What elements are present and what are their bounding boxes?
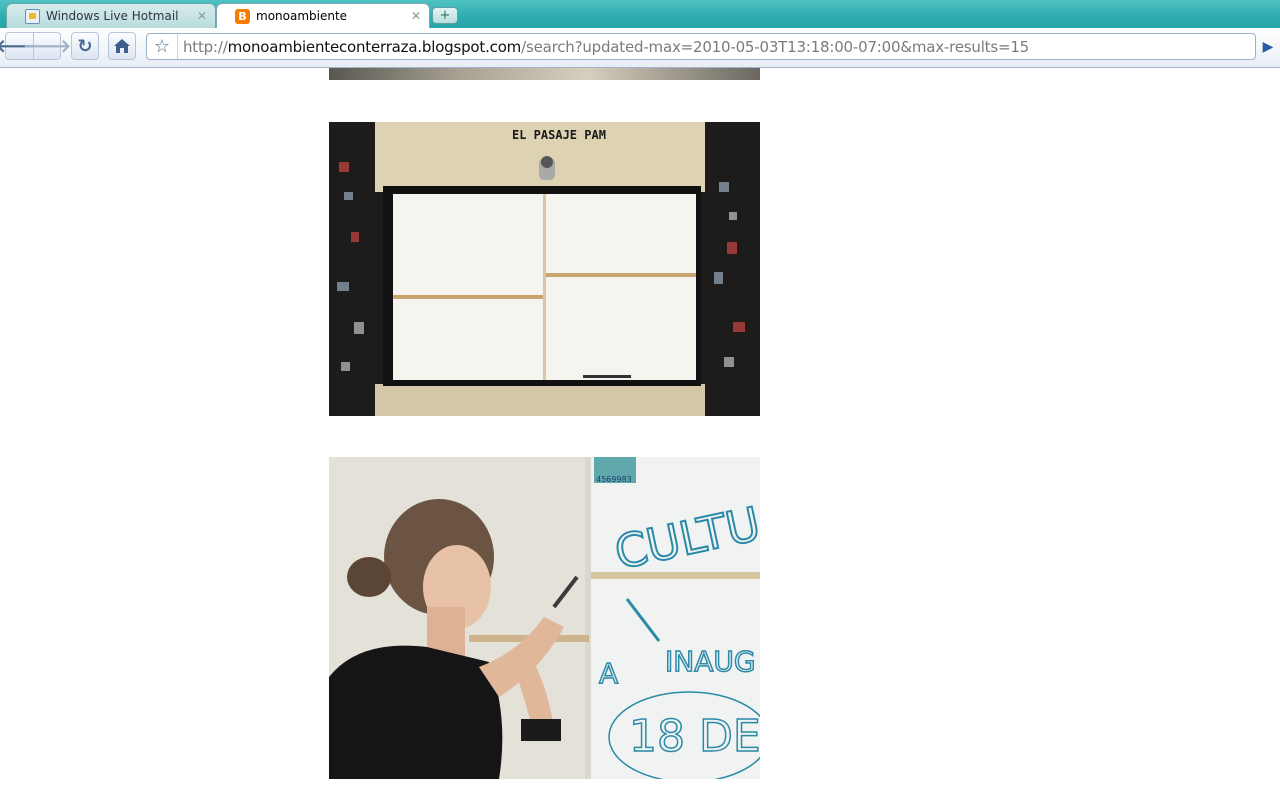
- bulletin-board-image: EL PASAJE PAM: [329, 122, 760, 416]
- tab-strip: Windows Live Hotmail ✕ B monoambiente ✕ …: [0, 0, 1280, 28]
- forward-button[interactable]: 🡒: [23, 32, 71, 60]
- woman-wall-image: 4569983 CULTU A INAUG 18 DE: [329, 457, 760, 779]
- tab-title: Windows Live Hotmail: [46, 9, 179, 23]
- browser-toolbar: 🡐 🡒 ↻ ☆ http://monoambienteconterraza.bl…: [0, 28, 1280, 68]
- page-content: EL PASAJE PAM 4569983 CULTU A INAUG 18 D…: [0, 68, 1280, 800]
- reload-icon: ↻: [77, 35, 93, 57]
- close-tab-icon[interactable]: ✕: [197, 9, 207, 23]
- bookmark-star-icon[interactable]: ☆: [147, 34, 178, 59]
- url-text[interactable]: http://monoambienteconterraza.blogspot.c…: [178, 38, 1029, 56]
- home-icon: [114, 39, 130, 53]
- go-arrow-icon[interactable]: ▶: [1258, 35, 1278, 59]
- board-sign-text: EL PASAJE PAM: [512, 128, 606, 142]
- address-bar[interactable]: ☆ http://monoambienteconterraza.blogspot…: [146, 33, 1256, 60]
- blogger-icon: B: [235, 8, 250, 24]
- new-tab-button[interactable]: +: [432, 7, 458, 24]
- post-photo-woman-at-wall[interactable]: 4569983 CULTU A INAUG 18 DE: [329, 457, 760, 779]
- post-photo-cropped[interactable]: [329, 68, 760, 80]
- wall-text-line3: INAUG: [665, 645, 756, 678]
- tab-hotmail[interactable]: Windows Live Hotmail ✕: [6, 3, 216, 28]
- tab-monoambiente[interactable]: B monoambiente ✕: [216, 3, 430, 28]
- sticker-number: 4569983: [596, 475, 632, 484]
- wall-text-line4: 18 DE: [629, 711, 760, 762]
- reload-button[interactable]: ↻: [71, 32, 99, 60]
- hotmail-icon: [25, 8, 40, 24]
- tab-title: monoambiente: [256, 9, 348, 23]
- arrow-right-icon: 🡒: [22, 35, 72, 57]
- wall-text-line2: A: [599, 657, 618, 690]
- plus-icon: +: [439, 8, 451, 23]
- post-photo-bulletin-board[interactable]: EL PASAJE PAM: [329, 122, 760, 416]
- home-button[interactable]: [108, 32, 136, 60]
- close-tab-icon[interactable]: ✕: [411, 9, 421, 23]
